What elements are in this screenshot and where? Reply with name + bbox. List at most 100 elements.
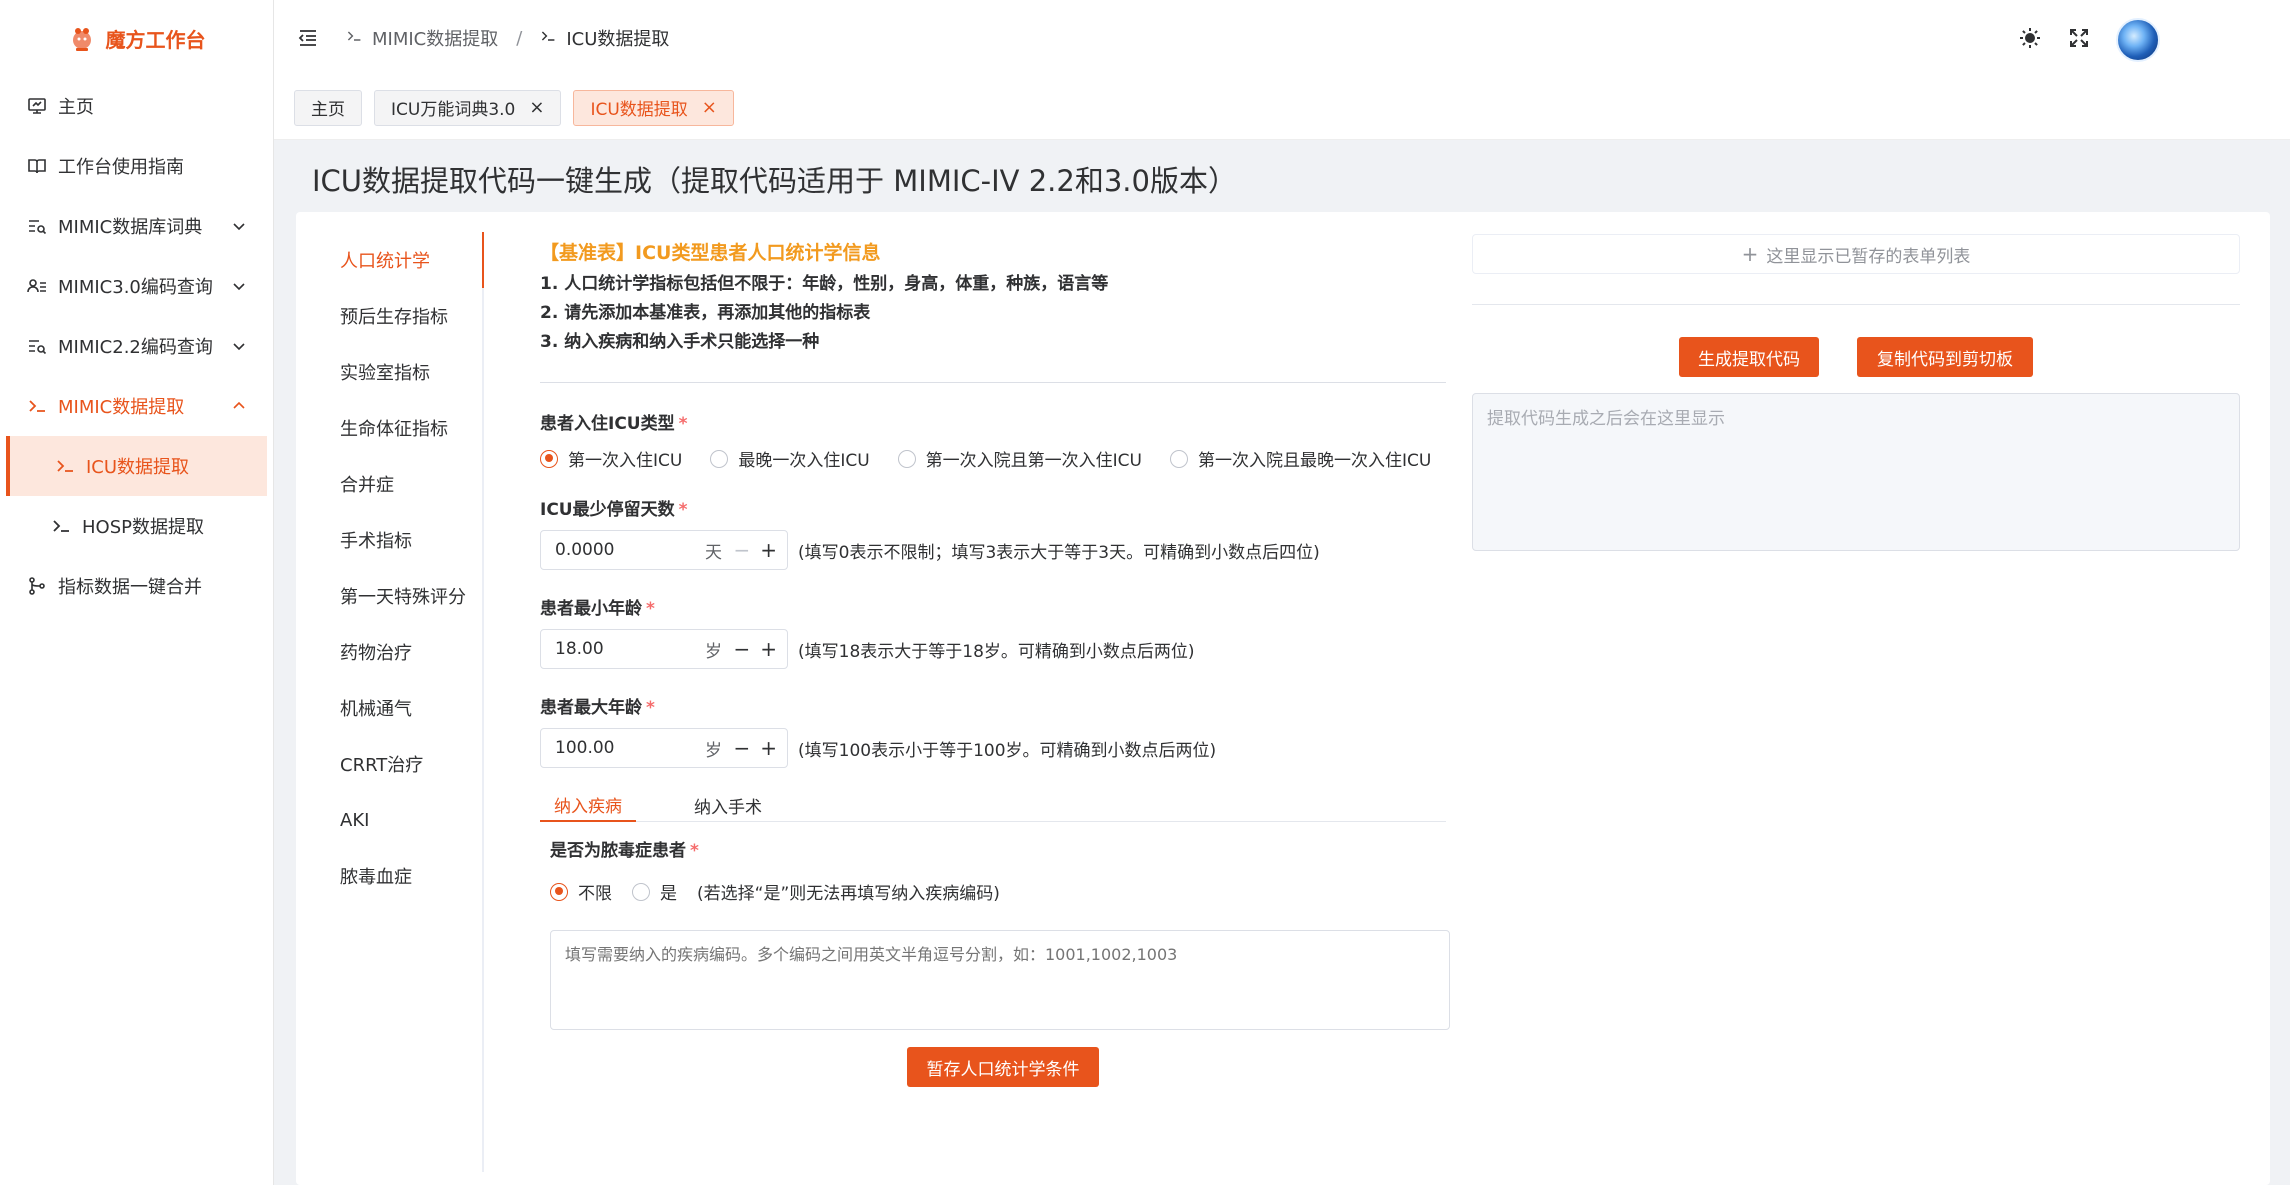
close-icon[interactable]: × <box>702 98 717 117</box>
tab-home[interactable]: 主页 <box>294 89 362 126</box>
nav-item-medication[interactable]: 药物治疗 <box>332 624 482 680</box>
terminal-icon <box>54 455 76 477</box>
indicator-nav: 人口统计学 预后生存指标 实验室指标 生命体征指标 合并症 手术指标 第一天特殊… <box>332 232 484 1172</box>
chevron-up-icon <box>231 398 247 414</box>
copy-code-button[interactable]: 复制代码到剪切板 <box>1857 337 2033 377</box>
sidebar-item-guide[interactable]: 工作台使用指南 <box>0 136 273 196</box>
tab-label: ICU数据提取 <box>590 100 688 120</box>
increment-button[interactable]: + <box>760 637 777 661</box>
radio-label: 最晚一次入住ICU <box>738 451 870 471</box>
required-mark: * <box>646 698 655 718</box>
radio-label: 第一次入院且第一次入住ICU <box>925 451 1142 471</box>
max-age-stepper: 岁 −+ <box>540 728 788 768</box>
sidebar-item-mimic3-code[interactable]: MIMIC3.0编码查询 <box>0 256 273 316</box>
max-age-input[interactable] <box>541 738 681 758</box>
nav-item-comorbidity[interactable]: 合并症 <box>332 456 482 512</box>
decrement-button[interactable]: − <box>733 736 750 760</box>
breadcrumb: MIMIC数据提取 / ICU数据提取 <box>346 25 669 51</box>
radio-sepsis-yes[interactable]: 是 <box>632 879 677 904</box>
sidebar-item-mimic-extract[interactable]: MIMIC数据提取 <box>0 376 273 436</box>
plus-icon: + <box>1741 242 1759 266</box>
sidebar-item-icu-extract[interactable]: ICU数据提取 <box>6 436 267 496</box>
app-title: 魔方工作台 <box>105 27 206 52</box>
header: MIMIC数据提取 / ICU数据提取 <box>274 0 2290 76</box>
icu-type-label: 患者入住ICU类型 * <box>540 409 1446 434</box>
avatar[interactable] <box>2116 18 2160 62</box>
increment-button[interactable]: + <box>760 538 777 562</box>
disease-codes-textarea[interactable] <box>550 930 1450 1030</box>
nav-item-lab[interactable]: 实验室指标 <box>332 344 482 400</box>
code-output[interactable]: 提取代码生成之后会在这里显示 <box>1472 393 2240 551</box>
sidebar: 魔方工作台 主页 工作台使用指南 MIMIC数据库词典 MIMIC3.0编码查询… <box>0 0 274 1185</box>
radio-dot[interactable] <box>550 882 568 901</box>
nav-item-day1-score[interactable]: 第一天特殊评分 <box>332 568 482 624</box>
nav-item-demographics[interactable]: 人口统计学 <box>332 232 484 288</box>
fullscreen-icon[interactable] <box>2068 27 2090 54</box>
generate-code-button[interactable]: 生成提取代码 <box>1679 337 1819 377</box>
sidebar-item-label: MIMIC数据库词典 <box>58 217 203 238</box>
form-note: 2. 请先添加本基准表，再添加其他的指标表 <box>540 303 871 323</box>
radio-dot[interactable] <box>540 449 558 468</box>
logo[interactable]: 魔方工作台 <box>0 0 273 76</box>
tab-include-surgery[interactable]: 纳入手术 <box>680 788 776 822</box>
terminal-icon <box>50 515 72 537</box>
tab-label: ICU万能词典3.0 <box>391 100 516 120</box>
sidebar-item-home[interactable]: 主页 <box>0 76 273 136</box>
terminal-icon <box>346 28 362 49</box>
terminal-icon <box>540 28 556 49</box>
terminal-icon <box>26 395 48 417</box>
nav-item-vitals[interactable]: 生命体征指标 <box>332 400 482 456</box>
tab-icu-dictionary[interactable]: ICU万能词典3.0 × <box>374 89 562 126</box>
close-icon[interactable]: × <box>529 98 544 117</box>
nav-item-ventilation[interactable]: 机械通气 <box>332 680 482 736</box>
radio-first-hosp-first-icu[interactable]: 第一次入院且第一次入住ICU <box>897 446 1142 471</box>
radio-dot[interactable] <box>897 449 916 468</box>
sidebar-item-label: ICU数据提取 <box>86 457 190 478</box>
nav-item-crrt[interactable]: CRRT治疗 <box>332 736 482 792</box>
min-stay-hint: (填写0表示不限制；填写3表示大于等于3天。可精确到小数点后四位) <box>798 542 1320 563</box>
sepsis-hint: (若选择“是”则无法再填写纳入疾病编码) <box>697 884 1000 904</box>
min-age-hint: (填写18表示大于等于18岁。可精确到小数点后两位) <box>798 641 1195 662</box>
radio-dot[interactable] <box>632 882 650 901</box>
radio-first-hosp-last-icu[interactable]: 第一次入院且最晚一次入住ICU <box>1169 446 1431 471</box>
sun-icon[interactable] <box>2018 26 2042 55</box>
sidebar-item-label: MIMIC数据提取 <box>58 397 185 418</box>
user-list-icon <box>26 275 48 297</box>
sidebar-item-merge[interactable]: 指标数据一键合并 <box>0 556 273 616</box>
label-text: 患者最小年龄 <box>540 599 642 619</box>
decrement-button[interactable]: − <box>733 637 750 661</box>
radio-sepsis-any[interactable]: 不限 <box>550 879 612 904</box>
page-title: ICU数据提取代码一键生成（提取代码适用于 MIMIC-IV 2.2和3.0版本… <box>312 164 1237 198</box>
demographics-form: 【基准表】ICU类型患者人口统计学信息 1. 人口统计学指标包括但不限于：年龄，… <box>540 238 1450 1087</box>
radio-first-icu[interactable]: 第一次入住ICU <box>540 446 682 471</box>
radio-dot[interactable] <box>710 449 729 468</box>
sidebar-item-label: MIMIC2.2编码查询 <box>58 337 213 358</box>
decrement-button[interactable]: − <box>733 538 750 562</box>
sidebar-item-dictionary[interactable]: MIMIC数据库词典 <box>0 196 273 256</box>
sidebar-item-mimic22-code[interactable]: MIMIC2.2编码查询 <box>0 316 273 376</box>
unit-label: 天 <box>705 542 722 563</box>
increment-button[interactable]: + <box>760 736 777 760</box>
icu-type-radio-group: 第一次入住ICU 最晚一次入住ICU 第一次入院且第一次入住ICU 第一次入院且… <box>540 446 1446 471</box>
nav-item-aki[interactable]: AKI <box>332 792 482 848</box>
sidebar-item-label: 工作台使用指南 <box>58 157 184 178</box>
max-age-label: 患者最大年龄 * <box>540 693 1446 718</box>
sidebar-item-label: 主页 <box>58 97 94 118</box>
radio-last-icu[interactable]: 最晚一次入住ICU <box>710 446 870 471</box>
breadcrumb-item[interactable]: MIMIC数据提取 <box>372 25 498 51</box>
list-search-icon <box>26 335 48 357</box>
nav-item-prognosis[interactable]: 预后生存指标 <box>332 288 482 344</box>
sidebar-item-label: MIMIC3.0编码查询 <box>58 277 213 298</box>
tab-icu-extract[interactable]: ICU数据提取 × <box>573 89 734 126</box>
radio-label: 不限 <box>578 884 612 904</box>
collapse-menu-icon[interactable] <box>294 24 322 52</box>
tab-include-disease[interactable]: 纳入疾病 <box>540 788 636 822</box>
divider <box>540 382 1446 383</box>
radio-dot[interactable] <box>1169 449 1188 468</box>
nav-item-surgery[interactable]: 手术指标 <box>332 512 482 568</box>
min-stay-input[interactable] <box>541 540 681 560</box>
sidebar-item-hosp-extract[interactable]: HOSP数据提取 <box>0 496 273 556</box>
min-age-input[interactable] <box>541 639 681 659</box>
nav-item-sepsis[interactable]: 脓毒血症 <box>332 848 482 904</box>
save-demographics-button[interactable]: 暂存人口统计学条件 <box>907 1047 1099 1087</box>
